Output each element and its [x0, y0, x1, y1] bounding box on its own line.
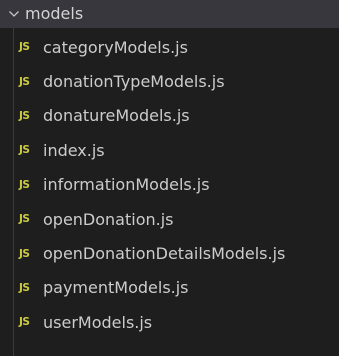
file-name: paymentModels.js: [43, 278, 189, 298]
file-name: openDonation.js: [43, 209, 174, 229]
js-file-icon: JS: [19, 247, 30, 260]
file-explorer: models JS categoryModels.js JS donationT…: [0, 0, 339, 356]
js-file-icon: JS: [19, 41, 30, 54]
file-name: openDonationDetailsModels.js: [43, 244, 286, 264]
chevron-down-icon[interactable]: [7, 7, 21, 21]
file-item-user-models[interactable]: JS userModels.js: [0, 305, 339, 339]
file-item-open-donation-details-models[interactable]: JS openDonationDetailsModels.js: [0, 236, 339, 270]
file-item-open-donation[interactable]: JS openDonation.js: [0, 202, 339, 236]
js-file-icon: JS: [19, 178, 30, 191]
file-name: donatureModels.js: [43, 106, 190, 126]
file-name: informationModels.js: [43, 175, 210, 195]
js-file-icon: JS: [19, 281, 30, 294]
folder-models[interactable]: models: [0, 0, 339, 28]
file-item-category-models[interactable]: JS categoryModels.js: [0, 30, 339, 64]
file-item-donation-type-models[interactable]: JS donationTypeModels.js: [0, 64, 339, 98]
file-item-index[interactable]: JS index.js: [0, 133, 339, 167]
js-file-icon: JS: [19, 144, 30, 157]
file-item-information-models[interactable]: JS informationModels.js: [0, 168, 339, 202]
js-file-icon: JS: [19, 109, 30, 122]
file-item-donature-models[interactable]: JS donatureModels.js: [0, 99, 339, 133]
file-name: donationTypeModels.js: [43, 72, 225, 92]
js-file-icon: JS: [19, 316, 30, 329]
folder-name: models: [25, 4, 84, 23]
js-file-icon: JS: [19, 75, 30, 88]
js-file-icon: JS: [19, 213, 30, 226]
file-item-payment-models[interactable]: JS paymentModels.js: [0, 271, 339, 305]
file-list: JS categoryModels.js JS donationTypeMode…: [0, 30, 339, 340]
file-name: userModels.js: [43, 312, 153, 332]
file-name: categoryModels.js: [43, 37, 188, 57]
file-name: index.js: [43, 140, 105, 160]
